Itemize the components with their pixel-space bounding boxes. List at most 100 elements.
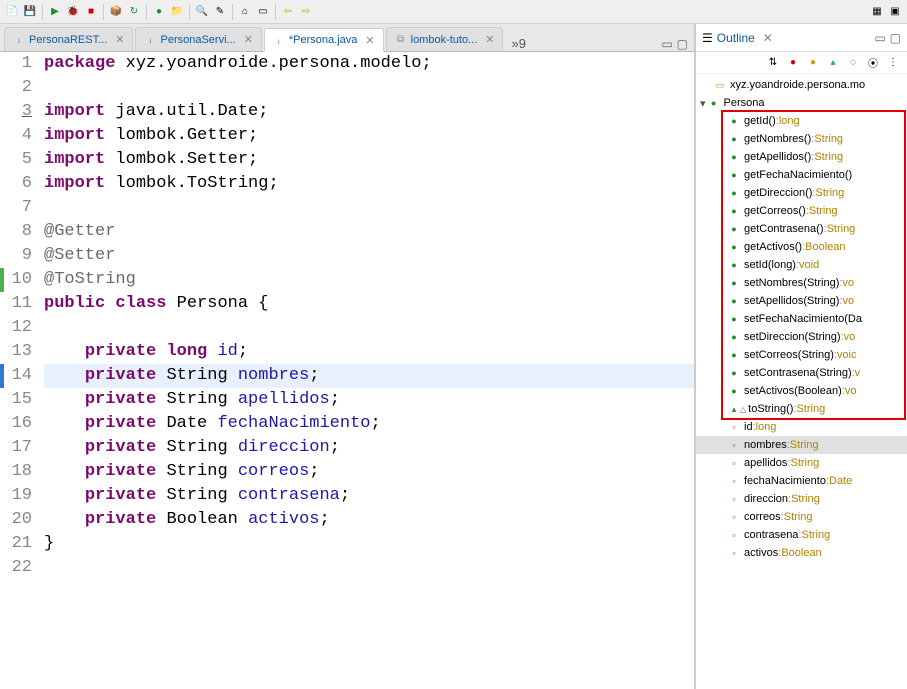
toolbar-edit-icon[interactable]: ✎ xyxy=(212,4,228,20)
code-line[interactable]: } xyxy=(44,532,694,556)
outline-method[interactable]: ●getActivos() : Boolean xyxy=(696,238,907,256)
outline-field[interactable]: ▫id : long xyxy=(696,418,907,436)
outline-method-icon: ● xyxy=(728,169,740,181)
outline-method[interactable]: ●getApellidos() : String xyxy=(696,148,907,166)
outline-menu-icon[interactable]: ⋮ xyxy=(885,55,901,71)
outline-field[interactable]: ▫correos : String xyxy=(696,508,907,526)
toolbar-misc1-icon[interactable]: ⌂ xyxy=(237,4,253,20)
outline-filter2-icon[interactable]: ● xyxy=(805,55,821,71)
toolbar-new-class-icon[interactable]: ● xyxy=(151,4,167,20)
outline-field-icon: ▫ xyxy=(728,547,740,559)
outline-method[interactable]: ●setContrasena(String) : v xyxy=(696,364,907,382)
code-line[interactable]: private String correos; xyxy=(44,460,694,484)
tab-overflow-indicator[interactable]: »9 xyxy=(511,36,525,51)
outline-tree[interactable]: ▭xyz.yoandroide.persona.mo▾●Persona●getI… xyxy=(696,74,907,689)
code-line[interactable]: public class Persona { xyxy=(44,292,694,316)
code-line[interactable]: private Date fechaNacimiento; xyxy=(44,412,694,436)
outline-filter3-icon[interactable]: ▴ xyxy=(825,55,841,71)
outline-method[interactable]: ●getFechaNacimiento() xyxy=(696,166,907,184)
outline-method[interactable]: ●setCorreos(String) : voic xyxy=(696,346,907,364)
outline-item-type: long xyxy=(779,115,800,127)
maximize-icon[interactable]: ▢ xyxy=(677,37,688,51)
code-line[interactable]: package xyz.yoandroide.persona.modelo; xyxy=(44,52,694,76)
outline-method[interactable]: ●getNombres() : String xyxy=(696,130,907,148)
outline-method[interactable]: ●setNombres(String) : vo xyxy=(696,274,907,292)
code-line[interactable] xyxy=(44,196,694,220)
code-line[interactable]: private String nombres; xyxy=(44,364,694,388)
toolbar-new-icon[interactable]: 📄 xyxy=(4,4,20,20)
outline-title: Outline xyxy=(717,31,755,45)
outline-min-icon[interactable]: ▭ xyxy=(874,31,885,45)
outline-method-override[interactable]: ▴△toString() : String xyxy=(696,400,907,418)
outline-field[interactable]: ▫direccion : String xyxy=(696,490,907,508)
outline-toolbar: ⇅ ● ● ▴ ◌ ⦿ ⋮ xyxy=(696,52,907,74)
code-line[interactable]: private long id; xyxy=(44,340,694,364)
outline-field[interactable]: ▫apellidos : String xyxy=(696,454,907,472)
toolbar-debug-icon[interactable]: 🐞 xyxy=(65,4,81,20)
outline-item-name: correos xyxy=(744,511,781,523)
outline-class[interactable]: ▾●Persona xyxy=(696,94,907,112)
editor-tab[interactable]: ⧉lombok-tuto...✕ xyxy=(386,27,504,51)
outline-filter5-icon[interactable]: ⦿ xyxy=(865,55,881,71)
toolbar-nav-back-icon[interactable]: ⇦ xyxy=(280,4,296,20)
toolbar-misc2-icon[interactable]: ▭ xyxy=(255,4,271,20)
tab-close-icon[interactable]: ✕ xyxy=(244,33,253,46)
outline-sort-icon[interactable]: ⇅ xyxy=(765,55,781,71)
outline-method[interactable]: ●setId(long) : void xyxy=(696,256,907,274)
outline-method[interactable]: ●getCorreos() : String xyxy=(696,202,907,220)
toolbar-run-icon[interactable]: ▶ xyxy=(47,4,63,20)
editor-tab[interactable]: ⱼ*Persona.java✕ xyxy=(264,28,384,52)
outline-field[interactable]: ▫fechaNacimiento : Date xyxy=(696,472,907,490)
toolbar-refresh-icon[interactable]: ↻ xyxy=(126,4,142,20)
outline-item-name: getNombres() xyxy=(744,133,811,145)
toolbar-build-icon[interactable]: 📦 xyxy=(108,4,124,20)
tab-close-icon[interactable]: ✕ xyxy=(365,34,374,47)
tab-close-icon[interactable]: ✕ xyxy=(115,33,124,46)
outline-method[interactable]: ●setActivos(Boolean) : vo xyxy=(696,382,907,400)
toolbar-search-icon[interactable]: 🔍 xyxy=(194,4,210,20)
toolbar-stop-icon[interactable]: ■ xyxy=(83,4,99,20)
tab-close-icon[interactable]: ✕ xyxy=(485,33,494,46)
code-line[interactable]: private String contrasena; xyxy=(44,484,694,508)
java-file-icon: ⱼ xyxy=(13,34,25,46)
code-line[interactable] xyxy=(44,556,694,580)
outline-field[interactable]: ▫nombres : String xyxy=(696,436,907,454)
editor-tab[interactable]: ⱼPersonaServi...✕ xyxy=(135,27,261,51)
toolbar-persp2-icon[interactable]: ▣ xyxy=(887,4,903,20)
outline-max-icon[interactable]: ▢ xyxy=(890,31,901,45)
code-line[interactable] xyxy=(44,76,694,100)
code-line[interactable]: import lombok.Getter; xyxy=(44,124,694,148)
outline-package[interactable]: ▭xyz.yoandroide.persona.mo xyxy=(696,76,907,94)
outline-method-icon: ● xyxy=(728,349,740,361)
outline-method[interactable]: ●setApellidos(String) : vo xyxy=(696,292,907,310)
outline-filter4-icon[interactable]: ◌ xyxy=(845,55,861,71)
toolbar-new-pkg-icon[interactable]: 📁 xyxy=(169,4,185,20)
outline-method[interactable]: ●setFechaNacimiento(Da xyxy=(696,310,907,328)
code-line[interactable]: private Boolean activos; xyxy=(44,508,694,532)
code-line[interactable]: private String direccion; xyxy=(44,436,694,460)
outline-close-icon[interactable]: ✕ xyxy=(763,31,773,45)
outline-method[interactable]: ●getDireccion() : String xyxy=(696,184,907,202)
outline-item-type: String xyxy=(784,511,813,523)
code-line[interactable]: @Setter xyxy=(44,244,694,268)
code-line[interactable]: import java.util.Date; xyxy=(44,100,694,124)
code-line[interactable]: import lombok.Setter; xyxy=(44,148,694,172)
outline-method[interactable]: ●setDireccion(String) : vo xyxy=(696,328,907,346)
toolbar-persp1-icon[interactable]: ▦ xyxy=(869,4,885,20)
outline-filter1-icon[interactable]: ● xyxy=(785,55,801,71)
toolbar-nav-fwd-icon[interactable]: ⇨ xyxy=(298,4,314,20)
code-line[interactable] xyxy=(44,316,694,340)
editor-tab[interactable]: ⱼPersonaREST...✕ xyxy=(4,27,133,51)
outline-method[interactable]: ●getId() : long xyxy=(696,112,907,130)
code-line[interactable]: @ToString xyxy=(44,268,694,292)
outline-field[interactable]: ▫contrasena : String xyxy=(696,526,907,544)
outline-method[interactable]: ●getContrasena() : String xyxy=(696,220,907,238)
code-editor[interactable]: 12345678910111213141516171819202122 pack… xyxy=(0,52,694,689)
code-line[interactable]: private String apellidos; xyxy=(44,388,694,412)
outline-field[interactable]: ▫activos : Boolean xyxy=(696,544,907,562)
expand-icon[interactable]: ▾ xyxy=(700,97,706,110)
code-line[interactable]: import lombok.ToString; xyxy=(44,172,694,196)
minimize-icon[interactable]: ▭ xyxy=(661,37,672,51)
code-line[interactable]: @Getter xyxy=(44,220,694,244)
toolbar-save-icon[interactable]: 💾 xyxy=(22,4,38,20)
